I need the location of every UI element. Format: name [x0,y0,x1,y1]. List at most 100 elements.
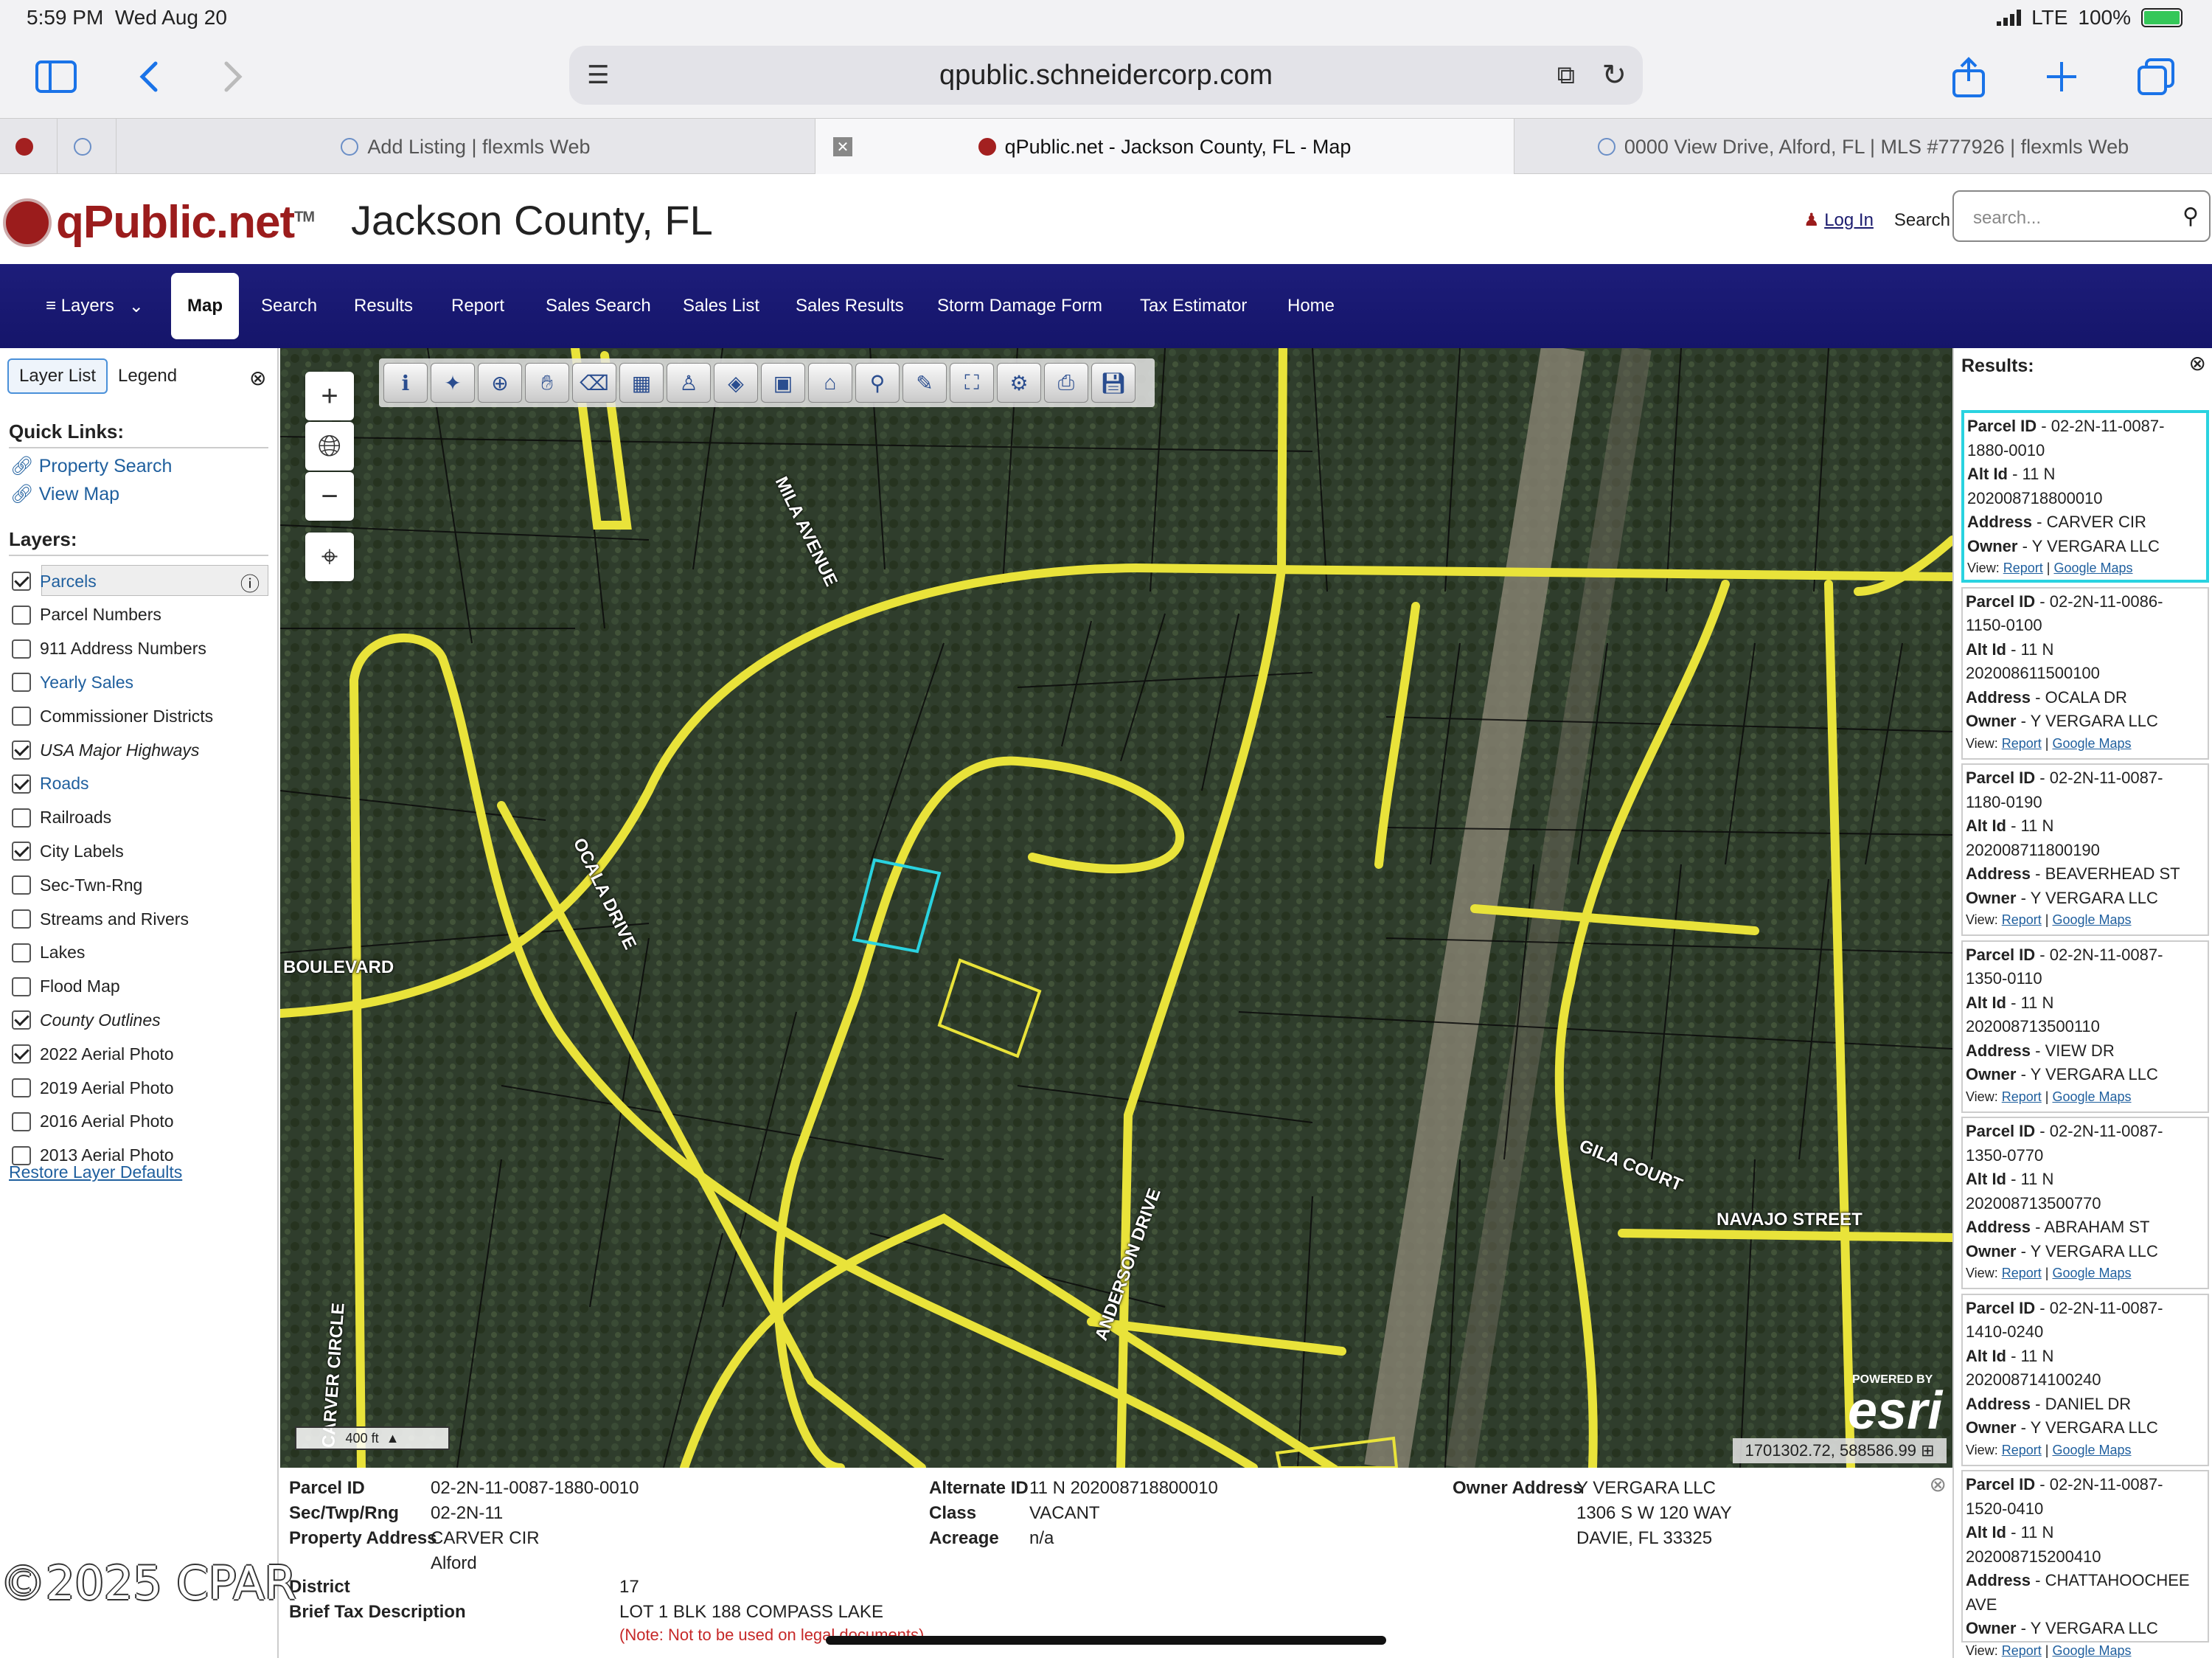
layer-item-county-outlines[interactable]: County Outlines [12,1007,161,1033]
layer-checkbox[interactable] [12,605,31,625]
locate-icon[interactable]: ⌖ [305,533,354,581]
close-tab-icon[interactable]: ✕ [833,137,852,156]
layer-item-railroads[interactable]: Railroads [12,805,111,831]
google-maps-link[interactable]: Google Maps [2053,561,2132,575]
buildings-icon[interactable]: ⌂ [808,363,852,403]
layer-checkbox[interactable] [12,875,31,895]
zoom-in-button[interactable]: + [305,372,354,420]
result-card[interactable]: Parcel ID - 02-2N-11-0086- 1150-0100 Alt I… [1961,586,2209,760]
result-card[interactable]: Parcel ID - 02-2N-11-0087- 1350-0110 Alt I… [1961,940,2209,1113]
save-icon[interactable]: 💾︎ [1091,363,1135,403]
draw-icon[interactable]: ✎ [902,363,947,403]
tab-legend[interactable]: Legend [108,358,187,394]
layer-item-roads[interactable]: Roads [12,771,88,797]
layer-checkbox[interactable] [12,1044,31,1064]
report-link[interactable]: Report [2002,912,2042,927]
print-icon[interactable]: ⎙ [1044,363,1088,403]
layer-checkbox[interactable] [12,1078,31,1097]
layer-item-911-address-numbers[interactable]: 911 Address Numbers [12,636,206,662]
nav-results[interactable]: Results [354,264,413,348]
google-maps-link[interactable]: Google Maps [2052,736,2131,751]
layer-checkbox[interactable] [12,977,31,996]
report-link[interactable]: Report [2003,561,2043,575]
layer-checkbox[interactable] [12,673,31,693]
tab-add-listing[interactable]: Add Listing | flexmls Web [116,119,815,175]
quick-link-property-search[interactable]: 🔗︎ Property Search [10,456,172,477]
quick-link-view-map[interactable]: 🔗︎ View Map [10,484,119,505]
result-card[interactable]: Parcel ID - 02-2N-11-0087- 1880-0010 Alt I… [1961,410,2209,583]
map-view[interactable]: MILA AVENUE OCALA DRIVE BOULEVARD ANDERS… [280,348,1952,1468]
layers-tool-icon[interactable]: ◈ [714,363,758,403]
pinned-tab-qpublic[interactable] [0,119,58,175]
home-indicator[interactable] [826,1636,1386,1645]
sidebar-toggle-icon[interactable] [34,55,78,99]
result-card[interactable]: Parcel ID - 02-2N-11-0087- 1180-0190 Alt I… [1961,763,2209,936]
nav-home[interactable]: Home [1287,264,1335,348]
qpublic-logo[interactable]: qPublic.netTM [3,196,315,249]
layer-checkbox[interactable] [12,808,31,828]
zoom-out-button[interactable]: − [305,472,354,521]
search-tool-icon[interactable]: ⚲ [855,363,900,403]
eraser-icon[interactable]: ⌫ [572,363,616,403]
expand-icon[interactable]: ⊞ [1921,1441,1934,1460]
forward-icon[interactable] [211,55,255,99]
settings-icon[interactable]: ⚙ [997,363,1041,403]
nav-search[interactable]: Search [261,264,317,348]
report-link[interactable]: Report [2002,736,2042,751]
url-bar[interactable]: ☰ qpublic.schneidercorp.com ⧉ ↻ [569,46,1643,105]
google-maps-link[interactable]: Google Maps [2052,1266,2131,1280]
report-link[interactable]: Report [2002,1643,2042,1658]
full-extent-icon[interactable]: ⛶ [950,363,994,403]
tab-layer-list[interactable]: Layer List [7,358,108,394]
search-icon[interactable]: ⚲ [2183,204,2199,229]
select-icon[interactable]: ✦ [431,363,475,403]
report-link[interactable]: Report [2002,1089,2042,1104]
layer-checkbox[interactable] [12,774,31,794]
nav-layers[interactable]: ≡ Layers ⌄ [46,264,144,348]
layer-item-2016-aerial-photo[interactable]: 2016 Aerial Photo [12,1109,174,1135]
globe-icon[interactable]: 🌐︎ [305,422,354,471]
zoom-box-icon[interactable]: ⊕ [478,363,522,403]
back-icon[interactable] [127,55,171,99]
share-icon[interactable] [1947,55,1991,99]
photo-icon[interactable]: ▣ [761,363,805,403]
layer-checkbox[interactable] [12,707,31,726]
nav-storm-damage-form[interactable]: Storm Damage Form [937,264,1102,348]
info-icon[interactable]: ⓘ [240,569,260,597]
login-link[interactable]: Log In [1824,210,1874,230]
nav-sales-list[interactable]: Sales List [683,264,759,348]
result-card[interactable]: Parcel ID - 02-2N-11-0087- 1520-0410 Alt I… [1961,1470,2209,1658]
google-maps-link[interactable]: Google Maps [2052,1089,2131,1104]
extension-icon[interactable]: ⧉ [1557,61,1575,90]
header-search-input[interactable]: search... ⚲ [1952,190,2211,242]
layer-item-flood-map[interactable]: Flood Map [12,974,120,1000]
result-card[interactable]: Parcel ID - 02-2N-11-0087- 1350-0770 Alt I… [1961,1117,2209,1289]
layer-item-parcels[interactable]: Parcels [12,568,97,594]
layer-item-commissioner-districts[interactable]: Commissioner Districts [12,703,213,729]
layer-item-lakes[interactable]: Lakes [12,940,85,966]
google-maps-link[interactable]: Google Maps [2052,1443,2131,1457]
close-info-icon[interactable]: ⊗ [1930,1472,1947,1496]
reload-icon[interactable]: ↻ [1601,58,1627,92]
tabs-overview-icon[interactable] [2134,55,2178,99]
result-card[interactable]: Parcel ID - 02-2N-11-0087- 1410-0240 Alt I… [1961,1293,2209,1466]
layer-item-yearly-sales[interactable]: Yearly Sales [12,669,133,696]
layer-item-streams-and-rivers[interactable]: Streams and Rivers [12,906,189,932]
layer-item-sec-twn-rng[interactable]: Sec-Twn-Rng [12,872,142,898]
report-link[interactable]: Report [2002,1266,2042,1280]
close-results-icon[interactable]: ⊗ [2189,351,2206,375]
report-link[interactable]: Report [2002,1443,2042,1457]
layer-item-usa-major-highways[interactable]: USA Major Highways [12,737,199,763]
layer-checkbox[interactable] [12,740,31,760]
google-maps-link[interactable]: Google Maps [2052,1643,2131,1658]
layer-checkbox[interactable] [12,842,31,861]
new-tab-icon[interactable] [2039,55,2084,99]
layer-item-2022-aerial-photo[interactable]: 2022 Aerial Photo [12,1041,174,1067]
layer-item-parcel-numbers[interactable]: Parcel Numbers [12,602,161,628]
layer-checkbox[interactable] [12,1010,31,1030]
nav-sales-results[interactable]: Sales Results [796,264,904,348]
close-panel-icon[interactable]: ⊗ [249,366,266,390]
nav-report[interactable]: Report [451,264,504,348]
nav-map[interactable]: Map [171,273,239,339]
pan-icon[interactable]: ✋︎ [525,363,569,403]
